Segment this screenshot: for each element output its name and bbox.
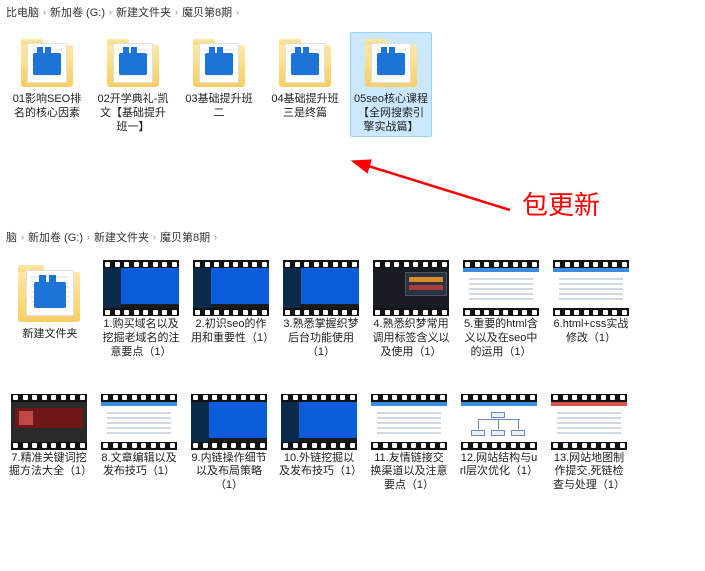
item-label: 05seo核心课程【全网搜索引擎实战篇】 bbox=[353, 93, 429, 134]
video-item[interactable]: 6.html+css实战修改（1） bbox=[548, 257, 634, 349]
video-thumbnail bbox=[191, 394, 267, 450]
item-label: 02开学典礼-凯文【基础提升班一】 bbox=[95, 93, 171, 134]
bc-part[interactable]: 魔贝第8期 bbox=[182, 4, 232, 20]
video-item[interactable]: 9.内链操作细节以及布局策略（1） bbox=[186, 391, 272, 496]
video-thumbnail bbox=[193, 260, 269, 316]
folder-item[interactable]: 04基础提升班三是终篇 bbox=[264, 32, 346, 124]
video-item[interactable]: 8.文章编辑以及发布技巧（1） bbox=[96, 391, 182, 483]
bc-part[interactable]: 脑 bbox=[6, 229, 17, 245]
video-thumbnail bbox=[371, 394, 447, 450]
video-thumbnail bbox=[101, 394, 177, 450]
arrow-icon bbox=[340, 155, 520, 235]
chevron-right-icon: › bbox=[236, 7, 239, 17]
item-label: 7.精准关键词挖掘方法大全（1） bbox=[9, 452, 89, 480]
folder-icon bbox=[14, 260, 86, 326]
video-thumbnail bbox=[551, 394, 627, 450]
chevron-right-icon: › bbox=[153, 232, 156, 242]
item-label: 12.网站结构与url层次优化（1） bbox=[459, 452, 539, 480]
chevron-right-icon: › bbox=[214, 232, 217, 242]
video-item[interactable]: 13.网站地图制作提交,死链检查与处理（1） bbox=[546, 391, 632, 496]
folder-icon bbox=[17, 35, 77, 91]
chevron-right-icon: › bbox=[109, 7, 112, 17]
item-label: 4.熟悉织梦常用调用标签含义以及使用（1） bbox=[371, 318, 451, 359]
folder-icon bbox=[361, 35, 421, 91]
folder-view-top: 01影响SEO排名的核心因素 02开学典礼-凯文【基础提升班一】 03基础提升班二 0… bbox=[0, 24, 705, 141]
video-item[interactable]: 11.友情链接交换渠道以及注意要点（1） bbox=[366, 391, 452, 496]
bc-part[interactable]: 新加卷 (G:) bbox=[28, 229, 83, 245]
item-label: 04基础提升班三是终篇 bbox=[267, 93, 343, 121]
chevron-right-icon: › bbox=[87, 232, 90, 242]
video-thumbnail bbox=[103, 260, 179, 316]
video-thumbnail bbox=[463, 260, 539, 316]
video-thumbnail bbox=[283, 260, 359, 316]
item-label: 1.购买域名以及挖掘老域名的注意要点（1） bbox=[101, 318, 181, 359]
video-item[interactable]: 10.外链挖掘以及发布技巧（1） bbox=[276, 391, 362, 483]
folder-item[interactable]: 03基础提升班二 bbox=[178, 32, 260, 124]
folder-item[interactable]: 新建文件夹 bbox=[6, 257, 94, 345]
breadcrumb: 脑 › 新加卷 (G:) › 新建文件夹 › 魔贝第8期 › bbox=[0, 225, 705, 249]
item-label: 6.html+css实战修改（1） bbox=[551, 318, 631, 346]
item-label: 03基础提升班二 bbox=[181, 93, 257, 121]
item-label: 11.友情链接交换渠道以及注意要点（1） bbox=[369, 452, 449, 493]
video-thumbnail bbox=[281, 394, 357, 450]
video-item[interactable]: 3.熟悉掌握织梦后台功能使用（1） bbox=[278, 257, 364, 362]
folder-item[interactable]: 02开学典礼-凯文【基础提升班一】 bbox=[92, 32, 174, 137]
bc-part[interactable]: 新建文件夹 bbox=[116, 4, 171, 20]
folder-icon bbox=[103, 35, 163, 91]
folder-icon bbox=[189, 35, 249, 91]
video-item[interactable]: 4.熟悉织梦常用调用标签含义以及使用（1） bbox=[368, 257, 454, 362]
video-thumbnail bbox=[553, 260, 629, 316]
video-thumbnail bbox=[373, 260, 449, 316]
bc-part[interactable]: 新建文件夹 bbox=[94, 229, 149, 245]
folder-icon bbox=[275, 35, 335, 91]
video-item[interactable]: 7.精准关键词挖掘方法大全（1） bbox=[6, 391, 92, 483]
chevron-right-icon: › bbox=[175, 7, 178, 17]
item-label: 5.重要的html含义以及在seo中的运用（1） bbox=[461, 318, 541, 359]
video-item[interactable]: 1.购买域名以及挖掘老域名的注意要点（1） bbox=[98, 257, 184, 362]
annotation-overlay: 包更新 bbox=[340, 155, 600, 235]
item-label: 01影响SEO排名的核心因素 bbox=[9, 93, 85, 121]
folder-item[interactable]: 05seo核心课程【全网搜索引擎实战篇】 bbox=[350, 32, 432, 137]
video-item[interactable]: 2.初识seo的作用和重要性（1） bbox=[188, 257, 274, 349]
item-label: 8.文章编辑以及发布技巧（1） bbox=[99, 452, 179, 480]
breadcrumb: 比电脑 › 新加卷 (G:) › 新建文件夹 › 魔贝第8期 › bbox=[0, 0, 705, 24]
folder-item[interactable]: 01影响SEO排名的核心因素 bbox=[6, 32, 88, 124]
video-item[interactable]: 5.重要的html含义以及在seo中的运用（1） bbox=[458, 257, 544, 362]
item-label: 13.网站地图制作提交,死链检查与处理（1） bbox=[549, 452, 629, 493]
video-item[interactable]: 12.网站结构与url层次优化（1） bbox=[456, 391, 542, 483]
folder-view-bottom: 新建文件夹 1.购买域名以及挖掘老域名的注意要点（1） 2.初识seo的作用和重要性… bbox=[0, 249, 705, 500]
chevron-right-icon: › bbox=[21, 232, 24, 242]
item-label: 新建文件夹 bbox=[23, 328, 78, 342]
video-thumbnail bbox=[11, 394, 87, 450]
chevron-right-icon: › bbox=[43, 7, 46, 17]
bc-part[interactable]: 魔贝第8期 bbox=[160, 229, 210, 245]
bc-part[interactable]: 新加卷 (G:) bbox=[50, 4, 105, 20]
item-label: 10.外链挖掘以及发布技巧（1） bbox=[279, 452, 359, 480]
item-label: 3.熟悉掌握织梦后台功能使用（1） bbox=[281, 318, 361, 359]
item-label: 2.初识seo的作用和重要性（1） bbox=[191, 318, 271, 346]
bc-part[interactable]: 比电脑 bbox=[6, 4, 39, 20]
annotation-text: 包更新 bbox=[522, 185, 600, 222]
video-thumbnail bbox=[461, 394, 537, 450]
item-label: 9.内链操作细节以及布局策略（1） bbox=[189, 452, 269, 493]
